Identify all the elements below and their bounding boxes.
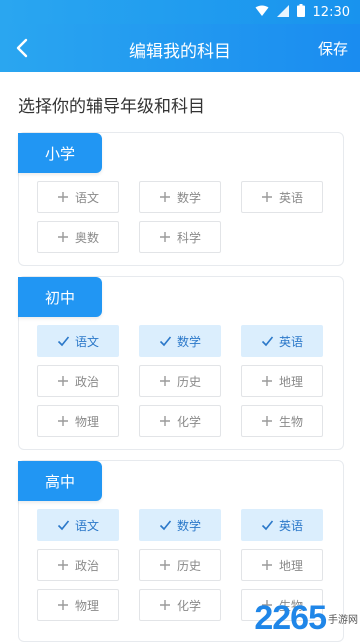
section-title: 小学 [18, 133, 102, 173]
subject-chip[interactable]: 物理 [37, 589, 119, 621]
plus-icon [159, 231, 171, 243]
subject-chip[interactable]: 英语 [241, 325, 323, 357]
subject-chip[interactable]: 语文 [37, 509, 119, 541]
subject-label: 地理 [278, 374, 303, 389]
subject-chip[interactable]: 地理 [241, 549, 323, 581]
plus-icon [57, 191, 69, 203]
plus-icon [57, 559, 69, 571]
section-card-junior: 初中 语文 数学 英语政治 历史 地理物理 化学 生物 [18, 276, 344, 450]
subject-label: 科学 [176, 230, 201, 245]
wifi-icon [255, 5, 269, 21]
subject-chip[interactable]: 化学 [139, 589, 221, 621]
subject-label: 生物 [278, 414, 303, 429]
check-icon [261, 519, 274, 531]
check-icon [57, 519, 70, 531]
subject-label: 物理 [74, 414, 99, 429]
status-time: 12:30 [312, 5, 350, 20]
subject-chip[interactable]: 语文 [37, 181, 119, 213]
subject-label: 数学 [176, 334, 201, 349]
subject-label: 政治 [74, 558, 99, 573]
subject-label: 地理 [278, 558, 303, 573]
plus-icon [261, 559, 273, 571]
nav-bar: 编辑我的科目 保存 [0, 24, 360, 72]
check-icon [159, 519, 172, 531]
subject-label: 政治 [74, 374, 99, 389]
plus-icon [261, 415, 273, 427]
section-title: 高中 [18, 461, 102, 501]
subject-chip[interactable]: 化学 [139, 405, 221, 437]
section-card-primary: 小学 语文 数学 英语奥数 科学 [18, 132, 344, 266]
subject-chip[interactable]: 物理 [37, 405, 119, 437]
subject-chip[interactable]: 奥数 [37, 221, 119, 253]
plus-icon [159, 415, 171, 427]
subject-chip[interactable]: 数学 [139, 181, 221, 213]
status-icons: 12:30 [255, 4, 350, 21]
watermark-logo: 2265 手游网 [254, 599, 358, 638]
subject-label: 语文 [74, 518, 99, 533]
plus-icon [159, 375, 171, 387]
subject-label: 奥数 [74, 230, 99, 245]
subject-label: 物理 [74, 598, 99, 613]
check-icon [57, 335, 70, 347]
subject-chip[interactable]: 历史 [139, 549, 221, 581]
subject-chip[interactable]: 科学 [139, 221, 221, 253]
subject-label: 英语 [278, 518, 303, 533]
battery-icon [296, 4, 305, 21]
check-icon [261, 335, 274, 347]
subject-chip[interactable]: 英语 [241, 509, 323, 541]
plus-icon [159, 191, 171, 203]
subject-label: 化学 [176, 598, 201, 613]
section-title: 初中 [18, 277, 102, 317]
subject-label: 化学 [176, 414, 201, 429]
plus-icon [57, 231, 69, 243]
subject-label: 历史 [176, 374, 201, 389]
plus-icon [159, 599, 171, 611]
subject-label: 数学 [176, 518, 201, 533]
subject-label: 英语 [278, 190, 303, 205]
subject-label: 历史 [176, 558, 201, 573]
plus-icon [57, 375, 69, 387]
subject-chip[interactable]: 历史 [139, 365, 221, 397]
status-bar: 12:30 [0, 0, 360, 24]
subject-label: 语文 [74, 190, 99, 205]
subject-chip[interactable]: 政治 [37, 365, 119, 397]
plus-icon [57, 415, 69, 427]
check-icon [159, 335, 172, 347]
subject-chip[interactable]: 数学 [139, 509, 221, 541]
plus-icon [261, 191, 273, 203]
watermark-number: 2265 [254, 599, 327, 637]
page-title: 编辑我的科目 [129, 42, 231, 62]
signal-icon [276, 4, 289, 21]
subject-label: 语文 [74, 334, 99, 349]
subject-chip[interactable]: 政治 [37, 549, 119, 581]
subject-chip[interactable]: 数学 [139, 325, 221, 357]
subject-chip[interactable]: 生物 [241, 405, 323, 437]
subject-chip[interactable]: 英语 [241, 181, 323, 213]
subject-chip[interactable]: 地理 [241, 365, 323, 397]
subject-label: 数学 [176, 190, 201, 205]
save-button[interactable]: 保存 [318, 38, 348, 59]
plus-icon [159, 559, 171, 571]
subject-label: 英语 [278, 334, 303, 349]
plus-icon [57, 599, 69, 611]
watermark-text: 手游网 [328, 615, 358, 626]
page-heading: 选择你的辅导年级和科目 [18, 97, 205, 117]
subject-chip[interactable]: 语文 [37, 325, 119, 357]
plus-icon [261, 375, 273, 387]
